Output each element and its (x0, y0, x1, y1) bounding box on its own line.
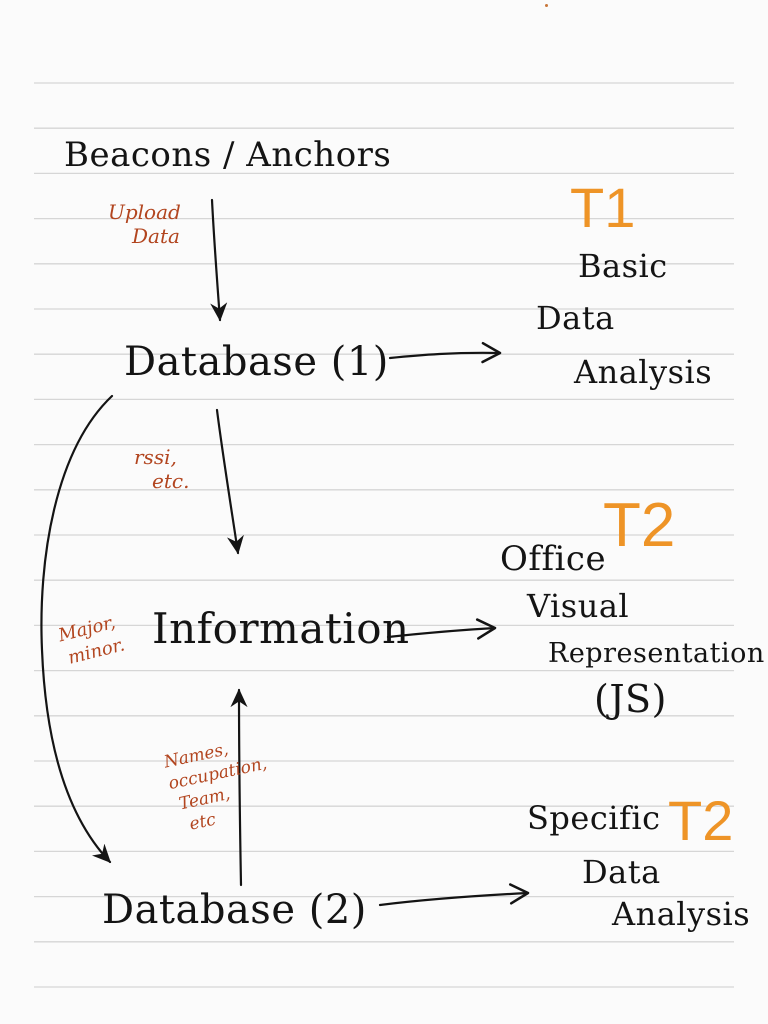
notebook-page: Beacons / Anchors Database (1) Informati… (0, 0, 768, 1024)
node-database-2: Database (2) (102, 887, 367, 933)
arrow-db1-to-t1 (388, 341, 502, 364)
output-t2-office-line-2: Visual (527, 587, 630, 625)
tag-t2-office: T2 (603, 491, 676, 560)
node-information: Information (152, 604, 410, 653)
output-t1-line-1: Basic (578, 247, 668, 285)
output-t2-specific-line-2: Data (582, 853, 661, 891)
arrow-beacons-to-db1 (210, 198, 228, 322)
output-t1-line-3: Analysis (574, 353, 713, 391)
output-t2-specific-line-3: Analysis (612, 895, 751, 933)
output-t2-office-line-1: Office (500, 539, 607, 579)
output-t2-office-line-4: (JS) (594, 677, 667, 721)
arrow-db2-to-t2-specific (378, 883, 530, 907)
output-t2-specific-line-1: Specific (527, 799, 661, 837)
node-beacons-anchors: Beacons / Anchors (64, 135, 392, 175)
edge-label-upload-line-2: Data (132, 224, 180, 248)
tag-t1: T1 (570, 176, 636, 239)
edge-label-rssi-line-1: rssi, (134, 445, 177, 469)
output-t1-line-2: Data (536, 299, 615, 337)
edge-label-upload: Upload Data (108, 200, 204, 248)
arrow-db1-to-information (215, 408, 244, 555)
edge-label-upload-line-1: Upload (108, 200, 181, 224)
tag-t2-specific: T2 (668, 789, 734, 852)
edge-label-rssi-line-2: etc. (152, 469, 190, 493)
edge-label-rssi: rssi, etc. (134, 445, 214, 493)
output-t2-office-line-3: Representation (548, 638, 765, 669)
node-database-1: Database (1) (124, 339, 389, 385)
ink-dot (545, 4, 548, 7)
